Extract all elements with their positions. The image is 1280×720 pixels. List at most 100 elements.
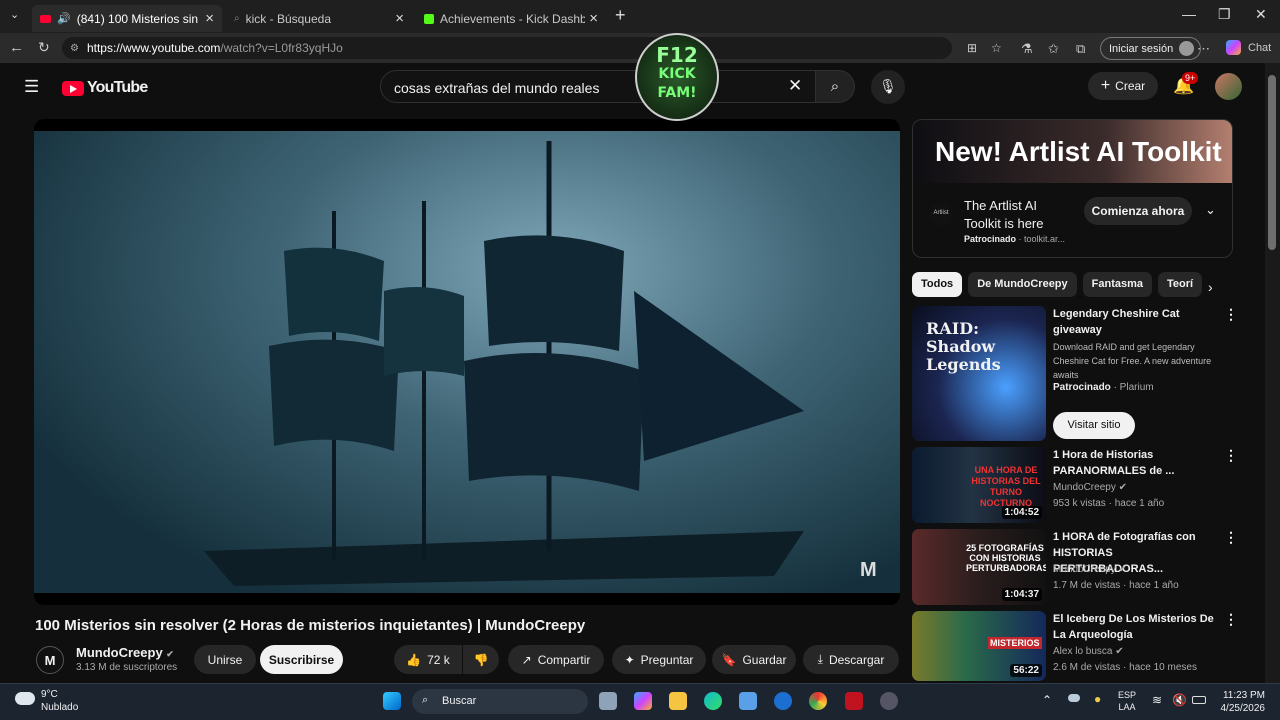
chip-fantasma[interactable]: Fantasma [1082,272,1153,297]
rec-title[interactable]: El Iceberg De Los Misterios De La Arqueo… [1053,611,1218,643]
chip-todos[interactable]: Todos [912,272,963,297]
edge-icon[interactable] [704,692,722,710]
language-indicator[interactable]: ESP LAA [1118,689,1136,713]
video-recommendation[interactable]: 25 FOTOGRAFÍAS CON HISTORIAS PERTURBADOR… [912,529,1252,605]
store-icon[interactable] [739,692,757,710]
channel-avatar[interactable]: M [36,646,64,674]
sponsored-ad-card[interactable]: New! Artlist AI Toolkit Artlist The Artl… [912,119,1233,258]
video-player[interactable] [34,119,900,605]
save-button[interactable]: 🔖 Guardar [712,645,796,674]
ad-title[interactable]: The Artlist AI Toolkit is here [964,197,1069,233]
video-recommendation[interactable]: UNA HORA DE HISTORIAS DEL TURNO NOCTURNO… [912,447,1252,523]
collections-icon[interactable]: ⧉ [1076,41,1085,57]
rec-channel[interactable]: MundoCreepy ✔ [1053,564,1127,575]
clear-search-icon[interactable]: ✕ [788,76,802,96]
close-icon[interactable]: × [589,10,598,27]
verified-icon: ✔ [1118,482,1127,493]
video-thumbnail[interactable]: UNA HORA DE HISTORIAS DEL TURNO NOCTURNO… [912,447,1046,523]
video-recommendation[interactable]: MISTERIOS 56:22 El Iceberg De Los Mister… [912,611,1252,681]
search-button[interactable]: ⌕ [815,70,855,103]
visit-site-button[interactable]: Visitar sitio [1053,412,1135,439]
battery-icon[interactable] [1192,696,1206,704]
rec-title[interactable]: 1 Hora de Historias PARANORMALES de ... [1053,447,1218,479]
speaker-icon[interactable]: 🔊 [57,12,71,25]
more-actions-icon[interactable]: ⋮ [1224,611,1238,628]
back-icon[interactable]: ← [9,39,24,56]
apps-icon[interactable]: ⊞ [967,41,977,55]
youtube-logo[interactable]: YouTube [62,79,148,97]
channel-watermark[interactable]: M [860,559,877,582]
mcafee-icon[interactable] [845,692,863,710]
create-button[interactable]: + Crear [1088,72,1158,100]
copilot-app-icon[interactable] [634,692,652,710]
site-info-icon[interactable]: ⚙ [70,43,79,54]
account-avatar[interactable] [1215,73,1242,100]
search-input[interactable]: cosas extrañas del mundo reales [380,70,816,103]
restore-icon[interactable]: ❐ [1218,6,1231,23]
download-button[interactable]: ⤓ Descargar [803,645,899,674]
weather-widget[interactable]: 9°C Nublado [15,688,78,714]
url-field[interactable]: ⚙ https://www.youtube.com/watch?v=L0fr83… [62,37,1002,59]
ask-button[interactable]: ✦ Preguntar [612,645,706,674]
window-close-icon[interactable]: ✕ [1255,6,1267,23]
clock[interactable]: 11:23 PM 4/25/2026 [1215,689,1266,715]
settings-icon[interactable] [880,692,898,710]
reload-icon[interactable]: ↻ [38,39,50,56]
more-actions-icon[interactable]: ⋮ [1224,529,1238,546]
rec-channel[interactable]: MundoCreepy ✔ [1053,482,1127,493]
more-actions-icon[interactable]: ⋮ [1224,306,1238,323]
extension-icon[interactable]: ⚗ [1021,41,1033,57]
favorites-icon[interactable]: ✩ [1048,41,1059,57]
network-device-icon[interactable]: ● [1094,692,1101,706]
video-thumbnail[interactable]: MISTERIOS 56:22 [912,611,1046,681]
sponsored-label: Patrocinado [1053,382,1111,393]
download-icon: ⤓ [817,652,823,666]
search-icon: ⌕ [422,694,429,706]
copilot-icon[interactable] [1226,40,1241,55]
ad-cta-button[interactable]: Comienza ahora [1084,197,1192,225]
taskbar-search[interactable]: ⌕ Buscar [412,689,588,714]
rec-channel[interactable]: Alex lo busca ✔ [1053,646,1124,657]
chevron-down-icon[interactable]: ⌄ [1205,202,1216,218]
tab-kick-dashboard[interactable]: Achievements - Kick Dashboard × [416,5,606,32]
file-explorer-icon[interactable] [669,692,687,710]
windows-start-icon[interactable] [383,692,401,710]
channel-name[interactable]: MundoCreepy ✔ [76,645,174,660]
onedrive-icon[interactable] [1068,694,1080,702]
tab-list-icon[interactable]: ⌄ [10,8,19,21]
more-actions-icon[interactable]: ⋮ [1224,447,1238,464]
like-button[interactable]: 👍 72 k [394,645,462,674]
tab-youtube[interactable]: 🔊 (841) 100 Misterios sin resolve × [32,5,222,32]
chat-label[interactable]: Chat [1248,42,1271,54]
chevron-right-icon[interactable]: › [1208,279,1213,295]
close-icon[interactable]: × [205,10,214,27]
volume-muted-icon[interactable]: 🔇 [1172,693,1187,707]
favorite-star-icon[interactable]: ☆ [991,41,1002,55]
sponsored-recommendation[interactable]: RAID: Shadow Legends Legendary Cheshire … [912,306,1252,441]
scrollbar-thumb[interactable] [1268,75,1276,250]
chevron-up-icon[interactable]: ⌃ [1042,693,1052,707]
join-button[interactable]: Unirse [194,645,256,674]
dislike-button[interactable]: 👎 [463,645,499,674]
page-scrollbar[interactable] [1265,63,1280,683]
ad-banner[interactable]: New! Artlist AI Toolkit [913,120,1232,183]
signin-button[interactable]: Iniciar sesión [1100,37,1202,60]
hp-icon[interactable] [774,692,792,710]
tab-kick-search[interactable]: ⌕ kick - Búsqueda × [226,5,412,32]
share-button[interactable]: ↗ Compartir [508,645,604,674]
menu-icon[interactable]: ☰ [24,77,39,97]
task-view-icon[interactable] [599,692,617,710]
rec-meta: 2.6 M de vistas · hace 10 meses [1053,662,1197,673]
subscribe-button[interactable]: Suscribirse [260,645,343,674]
minimize-icon[interactable]: — [1182,6,1196,22]
chip-channel[interactable]: De MundoCreepy [968,272,1077,297]
voice-search-button[interactable]: 🎙 [871,70,905,104]
close-icon[interactable]: × [395,10,404,27]
new-tab-button[interactable]: + [615,5,626,26]
rec-title[interactable]: Legendary Cheshire Cat giveaway [1053,306,1218,338]
ad-thumbnail[interactable]: RAID: Shadow Legends [912,306,1046,441]
chip-teoria[interactable]: Teorí [1158,272,1203,297]
video-thumbnail[interactable]: 25 FOTOGRAFÍAS CON HISTORIAS PERTURBADOR… [912,529,1046,605]
chrome-icon[interactable] [809,692,827,710]
wifi-icon[interactable]: ≋ [1152,693,1162,707]
